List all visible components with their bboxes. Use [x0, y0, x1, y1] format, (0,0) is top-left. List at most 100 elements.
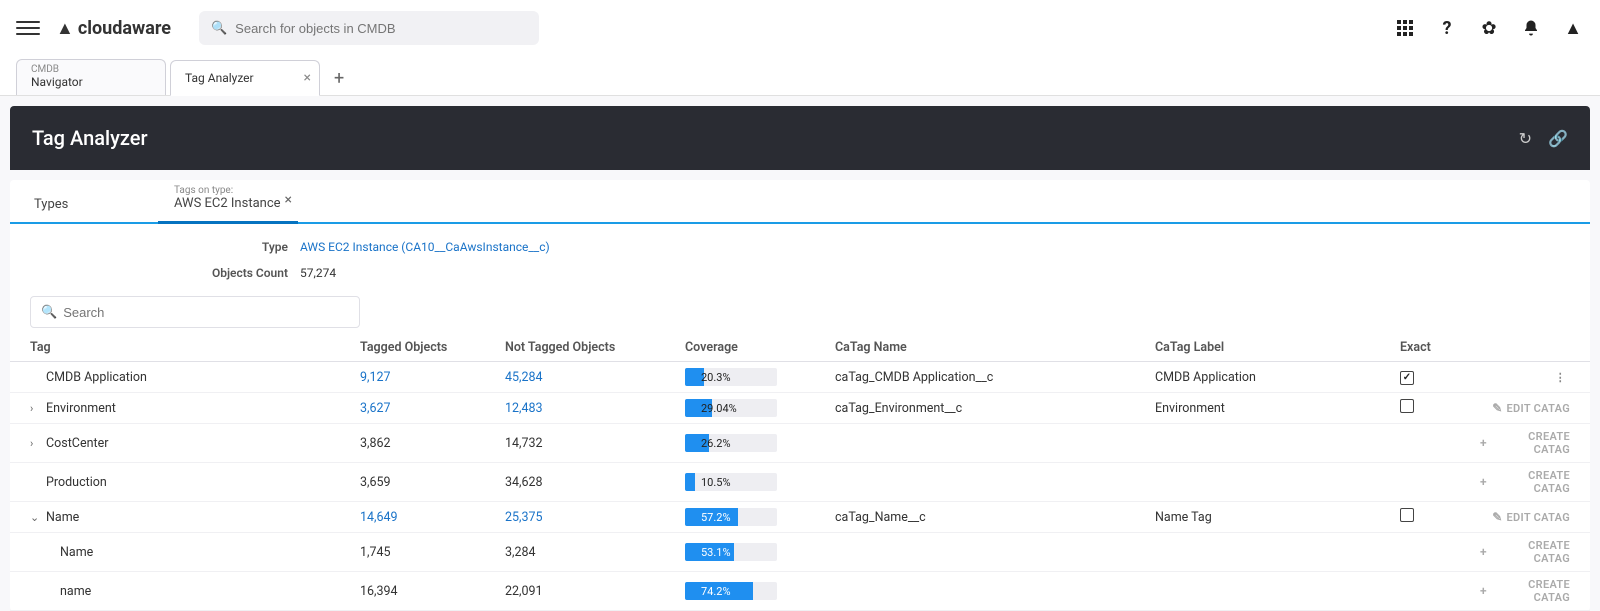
col-catag-label: CaTag Label	[1155, 340, 1400, 355]
cell-tag: ›CostCenter	[30, 436, 360, 451]
tag-name: name	[60, 584, 91, 599]
tab-tag-analyzer[interactable]: Tag Analyzer ×	[170, 60, 320, 96]
refresh-icon[interactable]: ↻	[1519, 129, 1532, 148]
help-icon[interactable]: ?	[1436, 17, 1458, 39]
cell-catag-name: caTag_CMDB Application__c	[835, 370, 1155, 385]
table-header: Tag Tagged Objects Not Tagged Objects Co…	[10, 334, 1590, 362]
cell-tagged[interactable]: 14,649	[360, 510, 505, 525]
table-row: Production3,65934,62810.5%+CREATE CATAG	[10, 463, 1590, 502]
settings-icon[interactable]: ✿	[1478, 17, 1500, 39]
coverage-label: 29.04%	[685, 399, 777, 417]
cell-tag: name	[30, 584, 360, 599]
cell-catag-label: CMDB Application	[1155, 370, 1400, 385]
cell-action: ⋮	[1480, 371, 1570, 384]
link-icon[interactable]: 🔗	[1548, 129, 1568, 148]
brand-text: cloudaware	[78, 18, 171, 39]
apps-icon[interactable]	[1394, 17, 1416, 39]
chevron-right-icon[interactable]: ›	[30, 402, 42, 415]
cell-catag-name: caTag_Environment__c	[835, 401, 1155, 416]
cell-action: + CREATE CATAG	[1480, 578, 1570, 604]
create-catag-button[interactable]: CREATE CATAG	[1491, 578, 1570, 604]
cell-coverage: 26.2%	[685, 434, 835, 452]
edit-catag-button[interactable]: EDIT CATAG	[1507, 402, 1570, 415]
plus-icon: +	[1480, 475, 1487, 489]
cell-tag: ⌄Name	[30, 510, 360, 525]
cell-action: +CREATE CATAG	[1480, 539, 1570, 565]
tag-name: CMDB Application	[46, 370, 147, 385]
filter-search-input[interactable]	[63, 305, 349, 320]
cell-tagged: 16,394	[360, 584, 505, 599]
add-tab-button[interactable]: +	[324, 62, 354, 95]
exact-checkbox[interactable]	[1400, 399, 1414, 413]
notifications-icon[interactable]	[1520, 17, 1542, 39]
col-tag: Tag	[30, 340, 360, 355]
cell-not-tagged[interactable]: 45,284	[505, 370, 685, 385]
cell-coverage: 53.1%	[685, 543, 835, 561]
cell-not-tagged: 14,732	[505, 436, 685, 451]
table-row: ⌄Name14,64925,37557.2%caTag_Name__cName …	[10, 502, 1590, 533]
table-row: ›Environment3,62712,48329.04% caTag_Envir…	[10, 393, 1590, 424]
cell-coverage: 10.5%	[685, 473, 835, 491]
table-row: Name1,7453,28453.1% +CREATE CATAG	[10, 533, 1590, 572]
cell-tagged[interactable]: 9,127	[360, 370, 505, 385]
cell-not-tagged: 34,628	[505, 475, 685, 490]
tag-name: Name	[46, 510, 79, 525]
cell-tag: CMDB Application	[30, 370, 360, 385]
filter-search[interactable]: 🔍	[30, 296, 360, 328]
create-catag-button[interactable]: CREATE CATAG	[1491, 430, 1570, 456]
brand-logo[interactable]: ▲ cloudaware	[56, 18, 171, 39]
col-catag-name: CaTag Name	[835, 340, 1155, 355]
cell-not-tagged: 3,284	[505, 545, 685, 560]
exact-checkbox[interactable]	[1400, 371, 1414, 385]
tab-navigator[interactable]: CMDB Navigator	[16, 59, 166, 95]
cell-tagged: 3,659	[360, 475, 505, 490]
close-icon[interactable]: ×	[304, 70, 311, 86]
cell-tag: Name	[30, 545, 360, 560]
cell-tagged[interactable]: 3,627	[360, 401, 505, 416]
workspace-tabs: CMDB Navigator Tag Analyzer × +	[0, 56, 1600, 96]
col-not-tagged: Not Tagged Objects	[505, 340, 685, 355]
cell-tag: ›Environment	[30, 401, 360, 416]
table-row: CMDB Application 9,12745,28420.3% caTag_CM…	[10, 362, 1590, 393]
topbar-actions: ? ✿ ▲	[1394, 17, 1584, 39]
more-icon[interactable]: ⋮	[1551, 371, 1570, 384]
info-count-label: Objects Count	[30, 266, 300, 280]
cell-coverage: 29.04%	[685, 399, 835, 417]
edit-icon: ✎	[1492, 401, 1502, 415]
top-bar: ▲ cloudaware 🔍 ? ✿ ▲	[0, 0, 1600, 56]
page-title: Tag Analyzer	[32, 126, 148, 150]
cell-coverage: 20.3%	[685, 368, 835, 386]
info-type-row: Type AWS EC2 Instance (CA10__CaAwsInstan…	[10, 234, 1590, 260]
create-catag-button[interactable]: CREATE CATAG	[1491, 539, 1570, 565]
tags-table: Tag Tagged Objects Not Tagged Objects Co…	[10, 334, 1590, 611]
inner-tabs: Types Tags on type: AWS EC2 Instance ×	[10, 180, 1590, 224]
coverage-label: 74.2%	[685, 582, 777, 600]
plus-icon: +	[1480, 584, 1487, 598]
global-search[interactable]: 🔍	[199, 11, 539, 45]
col-exact: Exact	[1400, 340, 1480, 355]
cell-tagged: 1,745	[360, 545, 505, 560]
coverage-label: 20.3%	[685, 368, 777, 386]
table-row: ›CostCenter3,86214,73226.2%+CREATE CATAG	[10, 424, 1590, 463]
info-count-row: Objects Count 57,274	[10, 260, 1590, 286]
cell-action: ✎ EDIT CATAG	[1480, 401, 1570, 415]
inner-tab-tags-on-type[interactable]: Tags on type: AWS EC2 Instance ×	[158, 178, 298, 224]
close-icon[interactable]: ×	[285, 192, 292, 208]
cell-exact	[1400, 369, 1480, 385]
table-row: name16,39422,09174.2%+CREATE CATAG	[10, 572, 1590, 611]
menu-button[interactable]	[16, 16, 40, 40]
search-icon: 🔍	[41, 305, 57, 320]
info-type-value[interactable]: AWS EC2 Instance (CA10__CaAwsInstance__c…	[300, 240, 550, 254]
inner-tab-types[interactable]: Types	[18, 189, 158, 222]
cell-not-tagged[interactable]: 25,375	[505, 510, 685, 525]
exact-checkbox[interactable]	[1400, 508, 1414, 522]
avatar-icon[interactable]: ▲	[1562, 17, 1584, 39]
cell-catag-label: Name Tag	[1155, 510, 1400, 525]
create-catag-button[interactable]: CREATE CATAG	[1491, 469, 1570, 495]
cell-coverage: 74.2%	[685, 582, 835, 600]
cell-not-tagged[interactable]: 12,483	[505, 401, 685, 416]
global-search-input[interactable]	[235, 21, 527, 36]
cell-exact	[1400, 508, 1480, 526]
chevron-right-icon[interactable]: ›	[30, 437, 42, 450]
col-coverage: Coverage	[685, 340, 835, 355]
